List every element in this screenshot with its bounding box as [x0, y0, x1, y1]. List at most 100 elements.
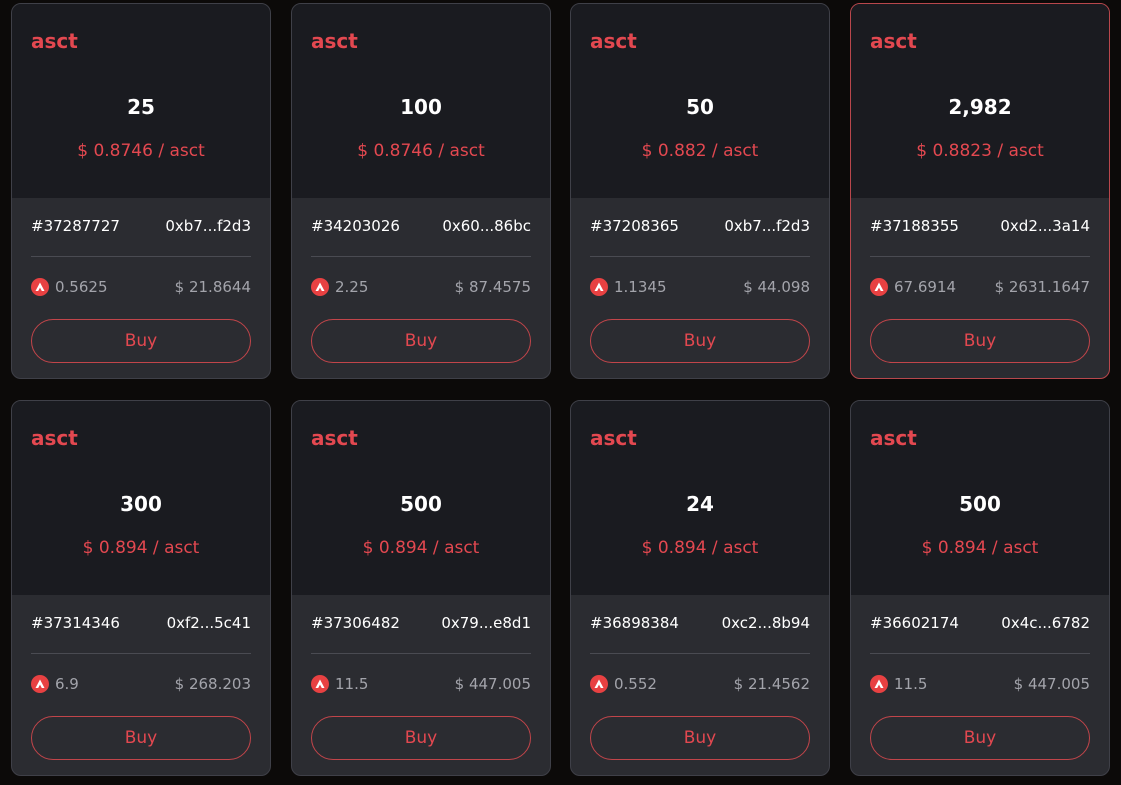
listing-meta-row: #37314346 0xf2...5c41 [31, 611, 251, 635]
unit-price: $ 0.8746 / asct [77, 141, 205, 161]
avax-price: 11.5 [870, 675, 927, 693]
buy-button[interactable]: Buy [31, 319, 251, 363]
unit-price: $ 0.894 / asct [82, 538, 200, 558]
divider [870, 256, 1090, 257]
seller-address: 0xf2...5c41 [166, 614, 251, 632]
card-header: asct 50 $ 0.882 / asct [571, 4, 829, 198]
usd-price: $ 21.8644 [174, 278, 251, 296]
avax-price-value: 11.5 [894, 675, 928, 693]
ticker-label: asct [870, 29, 917, 53]
card-header: asct 24 $ 0.894 / asct [571, 401, 829, 595]
usd-price: $ 44.098 [743, 278, 810, 296]
card-header: asct 500 $ 0.894 / asct [851, 401, 1109, 595]
avax-icon [590, 278, 608, 296]
buy-button[interactable]: Buy [870, 716, 1090, 760]
unit-price: $ 0.8823 / asct [916, 141, 1044, 161]
listing-id: #37188355 [870, 217, 959, 235]
usd-price: $ 2631.1647 [994, 278, 1090, 296]
token-amount: 25 [127, 95, 155, 119]
card-header: asct 300 $ 0.894 / asct [12, 401, 270, 595]
price-row: 2.25 $ 87.4575 [311, 275, 531, 299]
divider [31, 653, 251, 654]
listing-meta-row: #37188355 0xd2...3a14 [870, 214, 1090, 238]
unit-price: $ 0.894 / asct [362, 538, 480, 558]
avax-icon [870, 675, 888, 693]
price-row: 6.9 $ 268.203 [31, 672, 251, 696]
listing-meta-row: #34203026 0x60...86bc [311, 214, 531, 238]
avax-price: 67.6914 [870, 278, 956, 296]
token-amount: 50 [686, 95, 714, 119]
listing-grid: asct 25 $ 0.8746 / asct #37287727 0xb7..… [0, 0, 1121, 785]
listing-meta-row: #36898384 0xc2...8b94 [590, 611, 810, 635]
buy-button[interactable]: Buy [870, 319, 1090, 363]
listing-meta-row: #37208365 0xb7...f2d3 [590, 214, 810, 238]
listing-card: asct 25 $ 0.8746 / asct #37287727 0xb7..… [11, 3, 271, 379]
avax-icon [31, 278, 49, 296]
usd-price: $ 447.005 [1013, 675, 1090, 693]
divider [311, 256, 531, 257]
listing-meta-row: #37287727 0xb7...f2d3 [31, 214, 251, 238]
avax-price-value: 0.5625 [55, 278, 108, 296]
token-amount: 2,982 [948, 95, 1012, 119]
listing-id: #37208365 [590, 217, 679, 235]
seller-address: 0xb7...f2d3 [165, 217, 251, 235]
price-row: 1.1345 $ 44.098 [590, 275, 810, 299]
listing-card: asct 50 $ 0.882 / asct #37208365 0xb7...… [570, 3, 830, 379]
avax-price-value: 6.9 [55, 675, 79, 693]
avax-icon [31, 675, 49, 693]
buy-button[interactable]: Buy [31, 716, 251, 760]
token-amount: 500 [400, 492, 442, 516]
divider [870, 653, 1090, 654]
listing-id: #37287727 [31, 217, 120, 235]
usd-price: $ 87.4575 [454, 278, 531, 296]
seller-address: 0x79...e8d1 [441, 614, 531, 632]
listing-card: asct 500 $ 0.894 / asct #37306482 0x79..… [291, 400, 551, 776]
listing-card: asct 500 $ 0.894 / asct #36602174 0x4c..… [850, 400, 1110, 776]
listing-card: asct 24 $ 0.894 / asct #36898384 0xc2...… [570, 400, 830, 776]
listing-id: #36898384 [590, 614, 679, 632]
listing-meta-row: #37306482 0x79...e8d1 [311, 611, 531, 635]
avax-icon [590, 675, 608, 693]
ticker-label: asct [870, 426, 917, 450]
listing-id: #37314346 [31, 614, 120, 632]
price-row: 11.5 $ 447.005 [311, 672, 531, 696]
avax-price-value: 11.5 [335, 675, 369, 693]
unit-price: $ 0.894 / asct [921, 538, 1039, 558]
price-row: 0.5625 $ 21.8644 [31, 275, 251, 299]
buy-button[interactable]: Buy [590, 319, 810, 363]
card-header: asct 500 $ 0.894 / asct [292, 401, 550, 595]
usd-price: $ 268.203 [174, 675, 251, 693]
card-header: asct 2,982 $ 0.8823 / asct [851, 4, 1109, 198]
ticker-label: asct [590, 426, 637, 450]
buy-button[interactable]: Buy [590, 716, 810, 760]
token-amount: 300 [120, 492, 162, 516]
divider [31, 256, 251, 257]
avax-price-value: 2.25 [335, 278, 369, 296]
buy-button[interactable]: Buy [311, 319, 531, 363]
avax-price-value: 0.552 [614, 675, 657, 693]
buy-button[interactable]: Buy [311, 716, 531, 760]
seller-address: 0xc2...8b94 [721, 614, 810, 632]
divider [311, 653, 531, 654]
ticker-label: asct [311, 426, 358, 450]
divider [590, 653, 810, 654]
listing-card: asct 2,982 $ 0.8823 / asct #37188355 0xd… [850, 3, 1110, 379]
avax-price: 6.9 [31, 675, 79, 693]
listing-id: #37306482 [311, 614, 400, 632]
price-row: 67.6914 $ 2631.1647 [870, 275, 1090, 299]
unit-price: $ 0.8746 / asct [357, 141, 485, 161]
seller-address: 0x4c...6782 [1001, 614, 1090, 632]
listing-meta-row: #36602174 0x4c...6782 [870, 611, 1090, 635]
avax-icon [311, 675, 329, 693]
avax-price: 2.25 [311, 278, 368, 296]
seller-address: 0xb7...f2d3 [724, 217, 810, 235]
avax-price: 0.5625 [31, 278, 108, 296]
avax-icon [311, 278, 329, 296]
usd-price: $ 447.005 [454, 675, 531, 693]
card-header: asct 25 $ 0.8746 / asct [12, 4, 270, 198]
token-amount: 24 [686, 492, 714, 516]
avax-price: 11.5 [311, 675, 368, 693]
ticker-label: asct [311, 29, 358, 53]
token-amount: 500 [959, 492, 1001, 516]
price-row: 0.552 $ 21.4562 [590, 672, 810, 696]
